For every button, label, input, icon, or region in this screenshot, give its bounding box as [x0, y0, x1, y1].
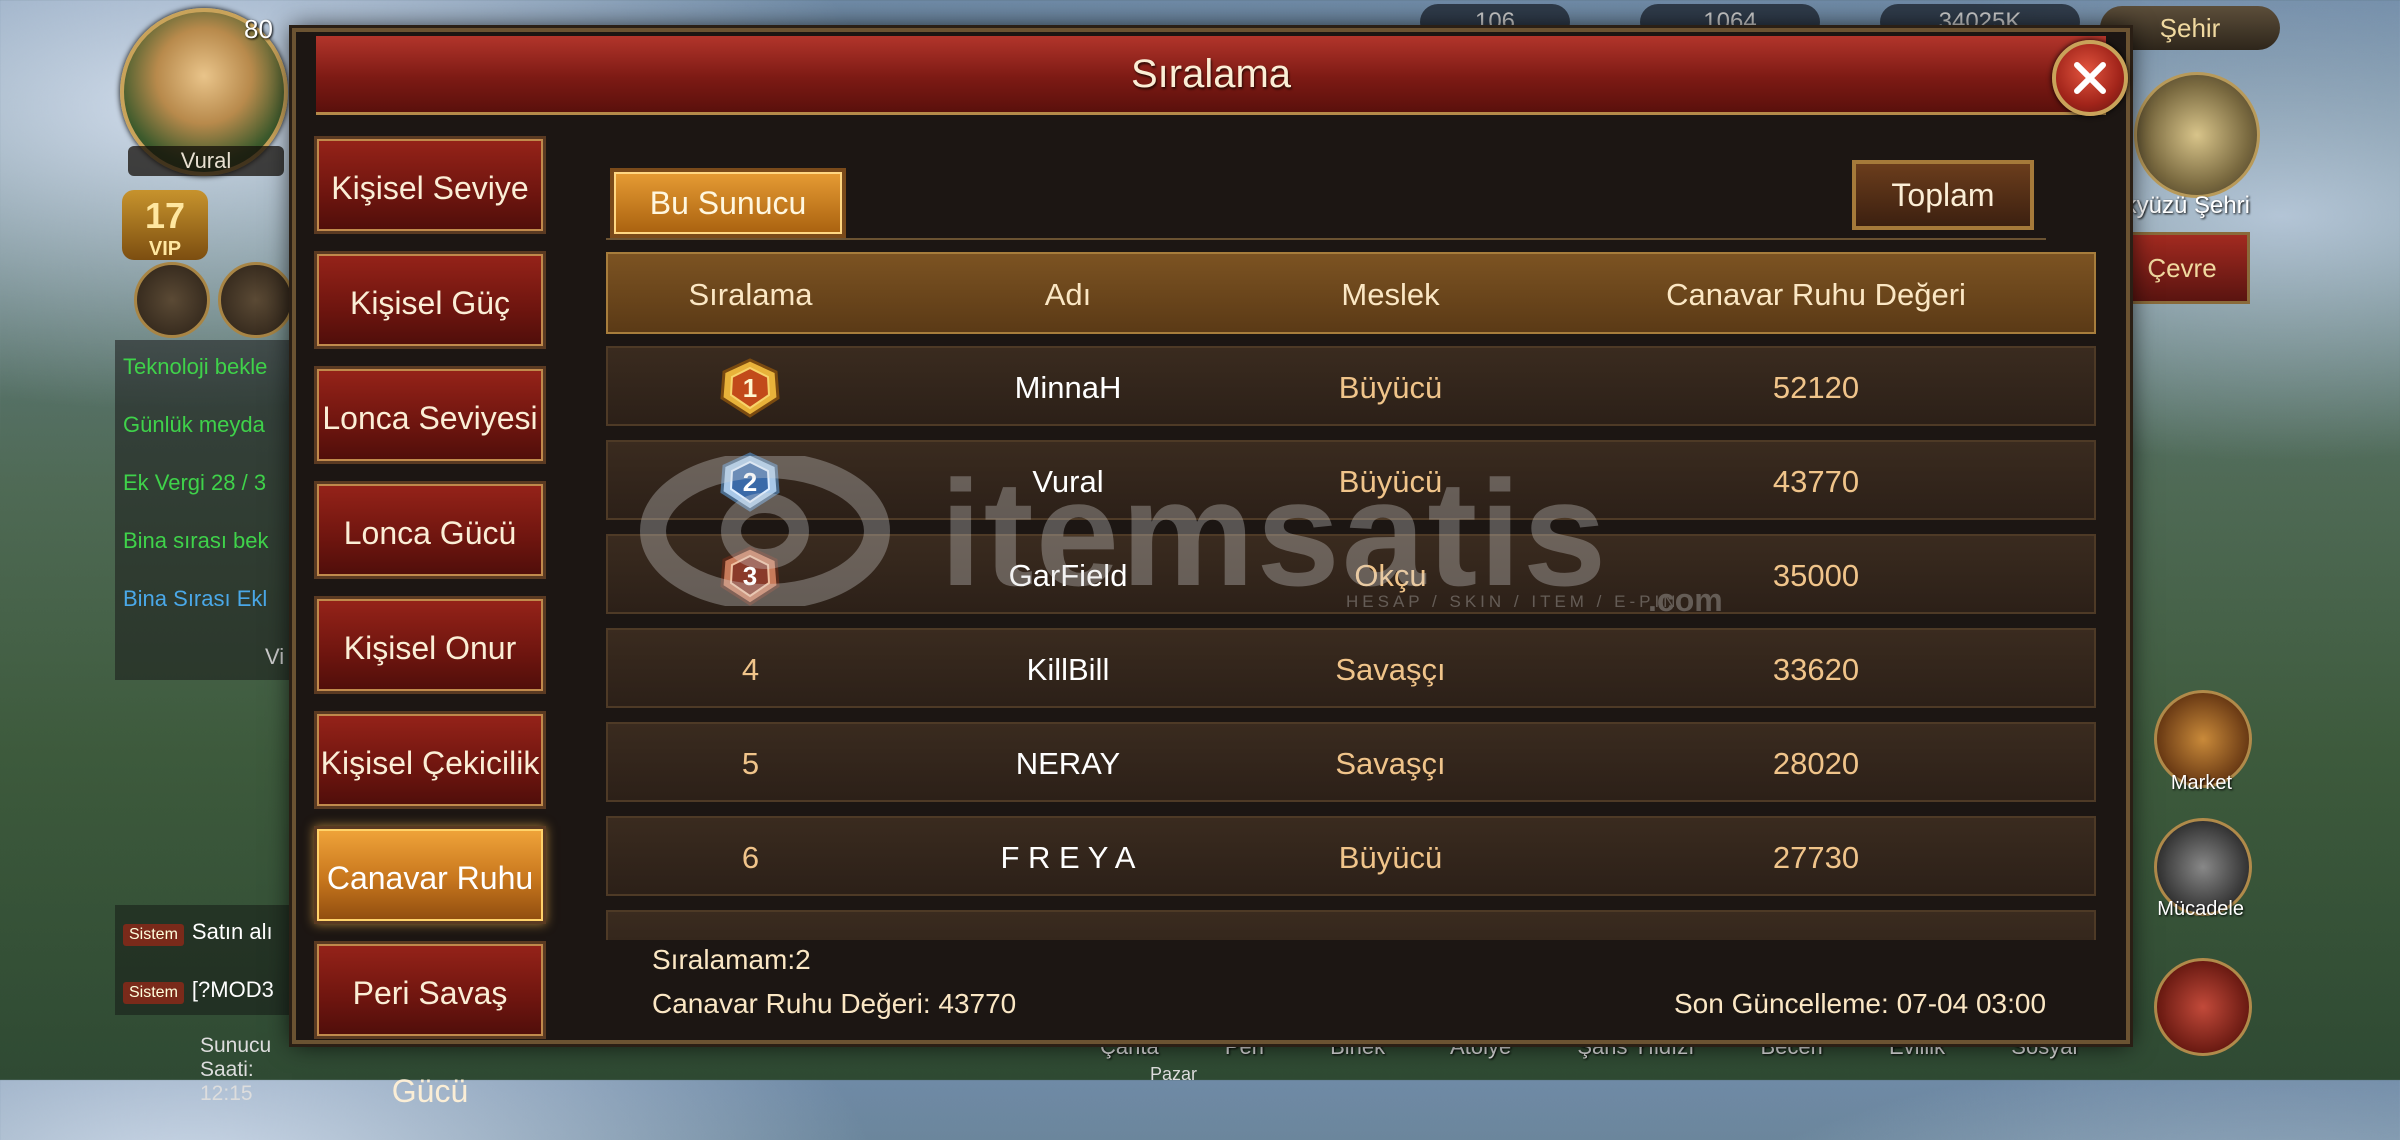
key-icon[interactable]	[218, 262, 294, 338]
table-row[interactable]: 4 KillBill Savaşçı 33620	[606, 628, 2096, 708]
chat-text: [?MOD3	[191, 977, 274, 1002]
tab-personal-charm[interactable]: Kişisel Çekicilik	[314, 711, 546, 809]
value-cell: 27730	[1772, 840, 1860, 875]
menu-toggle-icon[interactable]	[2154, 958, 2252, 1056]
table-row[interactable]: 2 Vural Büyücü 43770	[606, 440, 2096, 520]
table-row[interactable]: 6 F R E Y A Büyücü 27730	[606, 816, 2096, 896]
value-cell: 52120	[1772, 370, 1860, 405]
rank-number: 2	[742, 467, 758, 497]
dialog-title: Sıralama	[1130, 52, 1292, 96]
quest-item[interactable]: Bina Sırası Ekl	[123, 586, 298, 612]
player-level: 80	[244, 14, 273, 44]
column-header-class: Meslek	[1341, 277, 1440, 312]
quest-item[interactable]: Bina sırası bek	[123, 528, 298, 554]
chat-line: Sistem [?MOD3	[123, 977, 303, 1004]
dialog-title-bar: Sıralama	[316, 36, 2106, 115]
class-cell: Büyücü	[1338, 464, 1443, 499]
chat-tag: Sistem	[123, 924, 184, 946]
bottom-sub-label: Pazar	[1150, 1064, 1198, 1084]
last-update: Son Güncelleme: 07-04 03:00	[1674, 988, 2047, 1019]
market-label: Market	[2170, 772, 2232, 794]
table-row[interactable]: 5 NERAY Savaşçı 28020	[606, 722, 2096, 802]
divider	[606, 238, 2046, 240]
tab-guild-level[interactable]: Lonca Seviyesi	[314, 366, 546, 464]
vip-level: 17	[144, 195, 186, 236]
table-row[interactable]: 3 GarField Okçu 35000	[606, 534, 2096, 614]
quest-item[interactable]: Günlük meyda	[123, 412, 298, 438]
class-cell: Savaşçı	[1335, 652, 1446, 687]
column-header-name: Adı	[1044, 277, 1092, 312]
chat-line: Sistem Satın alı	[123, 919, 303, 946]
my-rank: Sıralamam:2	[652, 944, 811, 975]
chat-text: Satın alı	[191, 919, 273, 944]
tab-personal-honor[interactable]: Kişisel Onur	[314, 596, 546, 694]
class-cell: Okçu	[1354, 558, 1427, 593]
value-cell: 33620	[1772, 652, 1860, 687]
rank-number: 4	[741, 652, 760, 687]
server-time: Sunucu Saati: 12:15	[200, 1034, 272, 1105]
player-name-cell: Vural	[1032, 464, 1104, 499]
chat-box[interactable]: Sistem Satın alı Sistem [?MOD3	[115, 905, 305, 1015]
player-name-cell: NERAY	[1015, 746, 1121, 781]
tab-monster-soul[interactable]: Canavar Ruhu	[314, 826, 546, 924]
quest-item[interactable]: Teknoloji bekle	[123, 354, 298, 380]
column-header-rank: Sıralama	[688, 277, 813, 312]
chat-tag: Sistem	[123, 982, 184, 1004]
city-name: kyüzü Şehri	[2124, 192, 2250, 219]
this-server-button[interactable]: Bu Sunucu	[610, 168, 846, 238]
city-emblem-icon[interactable]	[2134, 72, 2260, 198]
ranking-content: Bu Sunucu Toplam Sıralama Adı Meslek Can…	[606, 136, 2106, 956]
value-cell: 43770	[1772, 464, 1860, 499]
rank-number: 3	[742, 561, 758, 591]
tab-guild-power[interactable]: Lonca Gücü	[314, 481, 546, 579]
my-value: Canavar Ruhu Değeri: 43770	[652, 988, 1017, 1019]
value-cell: 28020	[1772, 746, 1860, 781]
vip-badge[interactable]: 17 VIP	[122, 190, 208, 260]
column-header-value: Canavar Ruhu Değeri	[1666, 277, 1966, 312]
table-header: Sıralama Adı Meslek Canavar Ruhu Değeri	[606, 252, 2096, 334]
quest-list: Teknoloji bekle Günlük meyda Ek Vergi 28…	[115, 340, 300, 680]
ranking-dialog: Sıralama Kişisel Seviye Kişisel Güç Lonc…	[292, 28, 2130, 1109]
tab-personal-level[interactable]: Kişisel Seviye	[314, 136, 546, 234]
hud-right-panel: Şehir kyüzü Şehri Çevre Market Mücadele	[2100, 0, 2400, 1080]
total-button[interactable]: Toplam	[1852, 160, 2034, 230]
close-icon	[2074, 62, 2106, 94]
hud-left-panel: 80 Vural 17 VIP Teknoloji bekle Günlük m…	[0, 0, 305, 1105]
player-name-cell: KillBill	[1026, 652, 1110, 687]
player-name-cell: MinnaH	[1014, 370, 1122, 405]
player-name-cell: GarField	[1008, 558, 1128, 593]
close-button[interactable]	[2052, 40, 2128, 116]
rank-number: 1	[742, 373, 758, 403]
environment-button[interactable]: Çevre	[2114, 232, 2250, 304]
class-cell: Savaşçı	[1335, 746, 1446, 781]
table-row[interactable]: 1 MinnaH Büyücü 52120	[606, 346, 2096, 426]
rank-number: 6	[741, 840, 760, 875]
class-cell: Büyücü	[1338, 840, 1443, 875]
class-cell: Büyücü	[1338, 370, 1443, 405]
player-name-cell: F R E Y A	[1000, 840, 1136, 875]
battle-label: Mücadele	[2157, 898, 2244, 920]
vip-label: VIP	[148, 238, 182, 260]
ranking-table[interactable]: 1 MinnaH Büyücü 52120 2 Vural Büyücü 437…	[606, 346, 2096, 940]
quest-item[interactable]: Ek Vergi 28 / 3	[123, 470, 298, 496]
ranking-footer: Sıralamam:2 Canavar Ruhu Değeri: 43770 S…	[328, 928, 2046, 1028]
value-cell: 35000	[1772, 558, 1860, 593]
tab-personal-power[interactable]: Kişisel Güç	[314, 251, 546, 349]
rank-number: 5	[741, 746, 760, 781]
quest-book-icon[interactable]	[134, 262, 210, 338]
player-name: Vural	[128, 146, 284, 176]
